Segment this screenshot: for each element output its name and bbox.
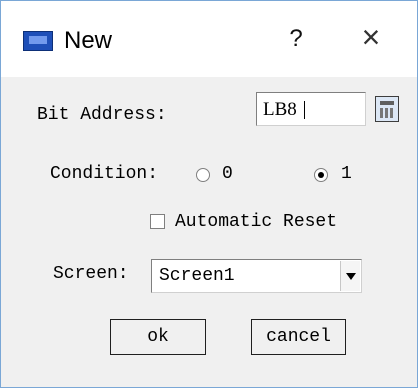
screen-label: Screen: [53, 264, 129, 284]
bit-address-input[interactable]: LB8 [256, 92, 366, 126]
ok-button[interactable]: ok [110, 319, 206, 355]
text-cursor [304, 101, 305, 119]
app-window-icon [23, 31, 53, 51]
automatic-reset-label: Automatic Reset [175, 212, 338, 232]
condition-option-1-label: 1 [341, 164, 352, 184]
condition-option-0-label: 0 [222, 164, 233, 184]
calculator-icon[interactable] [375, 96, 399, 122]
condition-label: Condition: [50, 164, 159, 184]
screen-select[interactable]: Screen1 [151, 259, 362, 293]
condition-radio-1[interactable] [314, 168, 328, 182]
automatic-reset-checkbox[interactable] [150, 214, 165, 229]
help-button[interactable]: ? [284, 25, 308, 53]
chevron-down-icon[interactable] [340, 261, 360, 291]
screen-selected-value: Screen1 [159, 266, 235, 286]
title-bar: New ? × [1, 1, 417, 77]
dialog-window: New ? × Bit Address: LB8 Condition: 0 1 … [0, 0, 418, 388]
cancel-button[interactable]: cancel [251, 319, 346, 355]
condition-radio-0[interactable] [196, 168, 210, 182]
window-title: New [64, 27, 113, 54]
bit-address-label: Bit Address: [37, 105, 167, 125]
bit-address-value: LB8 [263, 99, 297, 120]
close-button[interactable]: × [356, 21, 386, 53]
